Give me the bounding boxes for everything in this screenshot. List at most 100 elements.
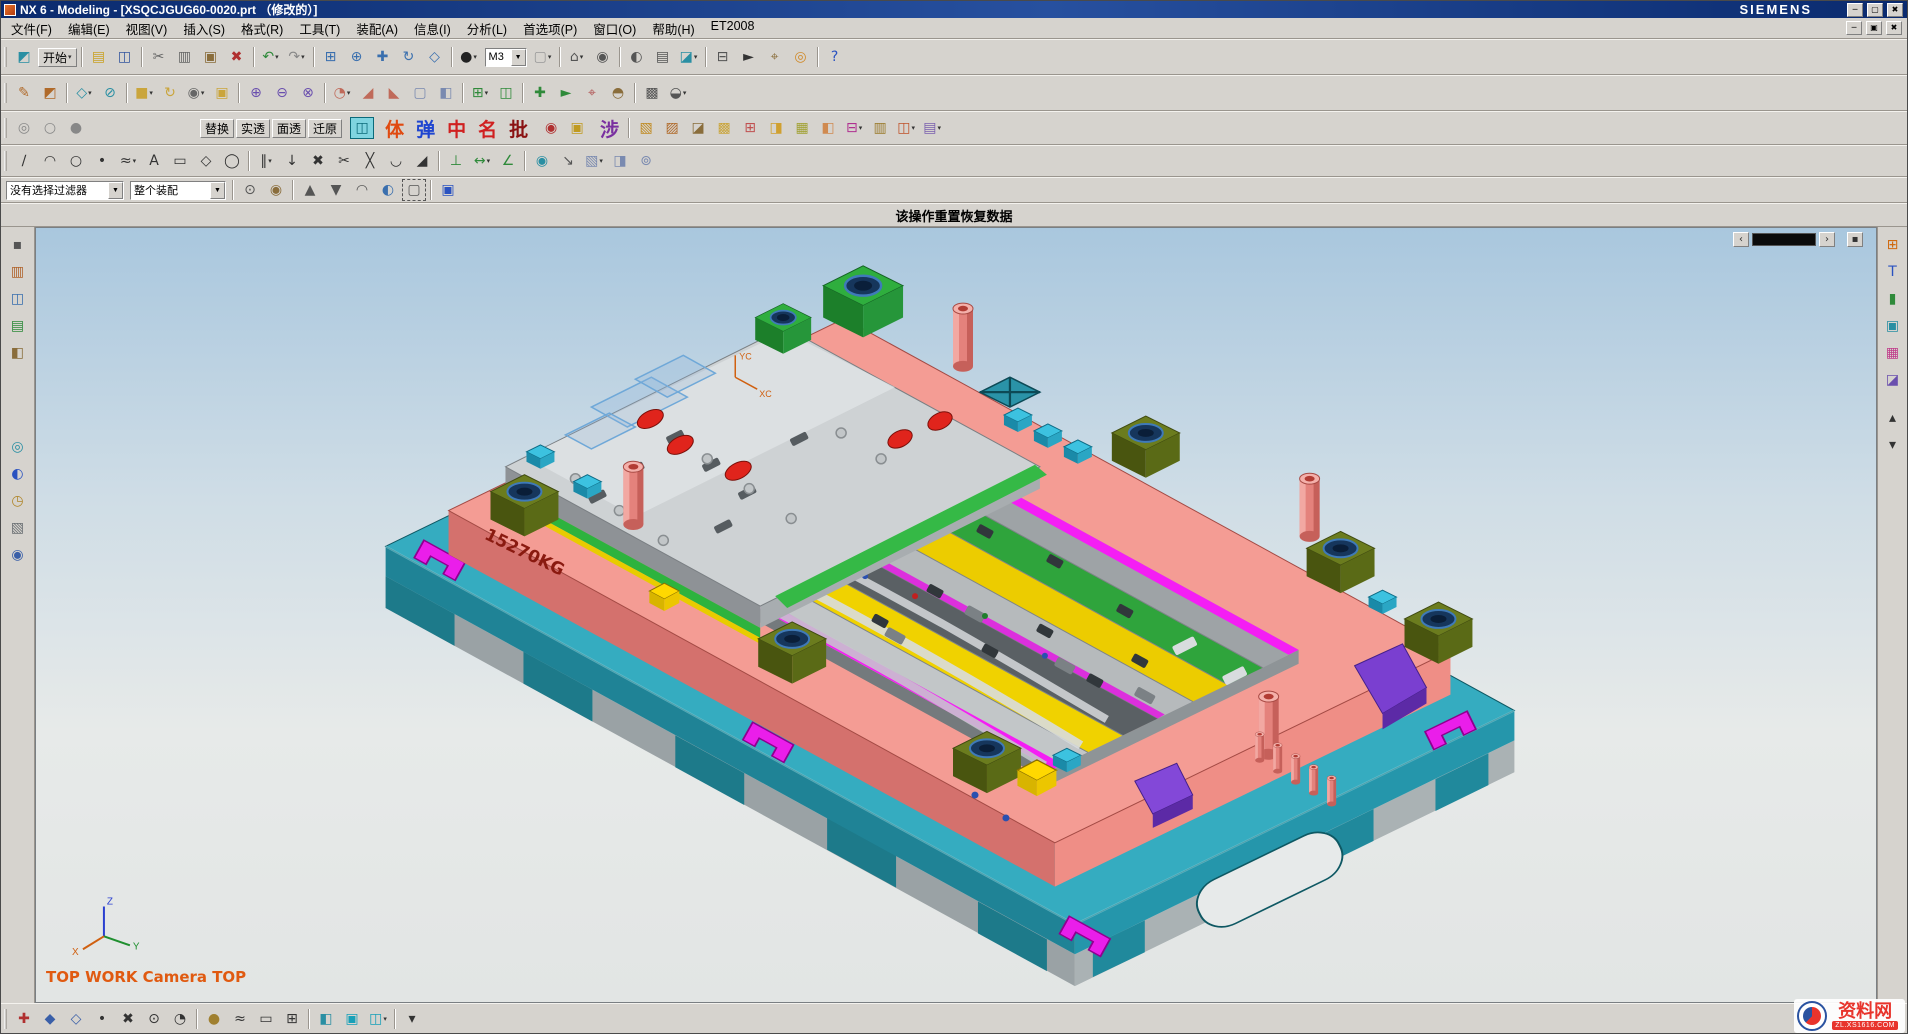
datum-plane-icon[interactable]: ◇▾ [72, 82, 96, 104]
revolve-icon[interactable]: ↻ [158, 82, 182, 104]
bounded-grid-snap-icon[interactable]: ⊞ [280, 1008, 304, 1030]
move-component-icon[interactable]: ► [554, 82, 578, 104]
web-palette-tab-icon[interactable]: ⊞ [1882, 235, 1904, 255]
mdi-restore-button[interactable]: ▣ [1866, 21, 1882, 35]
assembly-constraints-icon[interactable]: ⌖ [580, 82, 604, 104]
open-icon[interactable]: ▤ [87, 46, 111, 68]
offset-curve-icon[interactable]: ∥▾ [254, 150, 278, 172]
rectangle-icon[interactable]: ▭ [168, 150, 192, 172]
macro-dot-icon[interactable]: ◉ [539, 117, 563, 139]
menu-preferences[interactable]: 首选项(P) [515, 17, 585, 40]
edge-blend-icon[interactable]: ◔▾ [330, 82, 354, 104]
control-point-snap-icon[interactable]: • [90, 1008, 114, 1030]
datum-csys-icon[interactable]: ⊘ [98, 82, 122, 104]
scene-library-tab-icon[interactable]: ▣ [1882, 316, 1904, 336]
mold-tool-7-icon[interactable]: ▦ [790, 117, 814, 139]
helix-icon[interactable]: ◉ [530, 150, 554, 172]
perspective-icon[interactable]: ◇ [423, 46, 447, 68]
geometric-constraints-icon[interactable]: ⊥ [444, 150, 468, 172]
expressions-icon[interactable]: ▩ [640, 82, 664, 104]
paste-icon[interactable]: ▣ [199, 46, 223, 68]
intersect-icon[interactable]: ⊗ [296, 82, 320, 104]
copy-icon[interactable]: ▥ [173, 46, 197, 68]
menu-format[interactable]: 格式(R) [233, 17, 291, 40]
replace-reference-set-button[interactable]: 替换 [200, 119, 234, 138]
snapshot-icon[interactable]: ◉ [591, 46, 615, 68]
graphics-window[interactable]: ‹ › ▪ [35, 227, 1877, 1003]
wave-geometry-linker-icon[interactable]: ◓ [606, 82, 630, 104]
help-icon[interactable]: ? [823, 46, 847, 68]
orient-view-icon[interactable]: ⌂▾ [565, 46, 589, 68]
search-icon[interactable]: ◉ [264, 179, 288, 201]
mid-point-snap-icon[interactable]: ◇ [64, 1008, 88, 1030]
menu-view[interactable]: 视图(V) [118, 17, 176, 40]
part-navigator-tab-icon[interactable]: ▤ [7, 316, 29, 336]
annotation-highlight-icon[interactable]: ◫ [350, 117, 374, 139]
frame-options-button[interactable]: ▪ [1847, 232, 1863, 247]
angle-dimension-icon[interactable]: ∠ [496, 150, 520, 172]
menu-assemblies[interactable]: 装配(A) [348, 17, 406, 40]
menu-et2008[interactable]: ET2008 [703, 17, 763, 40]
system-materials-tab-icon[interactable]: ▧ [7, 518, 29, 538]
intersection-snap-icon[interactable]: ✖ [116, 1008, 140, 1030]
menu-information[interactable]: 信息(I) [406, 17, 459, 40]
quadrant-snap-icon[interactable]: ◔ [168, 1008, 192, 1030]
menu-insert[interactable]: 插入(S) [175, 17, 233, 40]
snap-point-enable-icon[interactable]: ✚ [12, 1008, 36, 1030]
middle-macro-button[interactable]: 中 [442, 116, 471, 140]
constraint-navigator-tab-icon[interactable]: ◫ [7, 289, 29, 309]
color-palette-tab-icon[interactable]: ▦ [1882, 343, 1904, 363]
pattern-feature-icon[interactable]: ⊞▾ [468, 82, 492, 104]
fit-view-icon[interactable]: ⊞ [319, 46, 343, 68]
mold-tool-6-icon[interactable]: ◨ [764, 117, 788, 139]
mold-tool-8-icon[interactable]: ◧ [816, 117, 840, 139]
mold-tool-4-icon[interactable]: ▩ [712, 117, 736, 139]
frame-left-button[interactable]: ‹ [1733, 232, 1749, 247]
rendering-style-dropdown-icon[interactable]: ●▾ [457, 46, 481, 68]
selection-scope-dropdown[interactable]: 整个装配▼ [130, 181, 226, 200]
dropdown-arrow-icon[interactable]: ▼ [210, 182, 225, 199]
material-library-tab-icon[interactable]: ▮ [1882, 289, 1904, 309]
mold-tool-2-icon[interactable]: ▨ [660, 117, 684, 139]
shell-icon[interactable]: ▢ [408, 82, 432, 104]
project-curve-icon[interactable]: ↓ [280, 150, 304, 172]
cad-model[interactable]: 15270KG [46, 266, 1514, 986]
arc-icon[interactable]: ◠ [38, 150, 62, 172]
mold-tool-9-icon[interactable]: ⊟▾ [842, 117, 866, 139]
face-translucency-button[interactable]: 面透 [272, 119, 306, 138]
intersection-curve-icon[interactable]: ✖ [306, 150, 330, 172]
sketch-icon[interactable]: ✎ [12, 82, 36, 104]
surface-icon[interactable]: ▧▾ [582, 150, 606, 172]
solid-translucency-button[interactable]: 实透 [236, 119, 270, 138]
block-icon[interactable]: ▣ [210, 82, 234, 104]
wade-macro-button[interactable]: 涉 [595, 116, 624, 140]
rotate-view-icon[interactable]: ↻ [397, 46, 421, 68]
swept-icon[interactable]: ◨ [608, 150, 632, 172]
select-top-level-icon[interactable]: ▲ [298, 179, 322, 201]
start-menu-button[interactable]: 开始▾ [38, 48, 77, 67]
menu-edit[interactable]: 编辑(E) [60, 17, 118, 40]
delete-icon[interactable]: ✖ [225, 46, 249, 68]
roles-tab-icon[interactable]: ◉ [7, 545, 29, 565]
quick-trim-icon[interactable]: ╳ [358, 150, 382, 172]
spring-macro-button[interactable]: 弹 [411, 116, 440, 140]
dropdown-arrow-icon[interactable]: ▼ [511, 49, 526, 66]
line-icon[interactable]: ∕ [12, 150, 36, 172]
history-palette-tab-icon[interactable]: ◷ [7, 491, 29, 511]
extrude-icon[interactable]: ■▾ [132, 82, 156, 104]
menu-window[interactable]: 窗口(O) [585, 17, 644, 40]
menu-help[interactable]: 帮助(H) [644, 17, 702, 40]
unite-icon[interactable]: ⊕ [244, 82, 268, 104]
resource-pin-icon[interactable]: ▪ [7, 235, 29, 255]
mdi-close-button[interactable]: ✖ [1886, 21, 1902, 35]
trim-curve-icon[interactable]: ✂ [332, 150, 356, 172]
redo-icon[interactable]: ↷▾ [285, 46, 309, 68]
frame-right-button[interactable]: › [1819, 232, 1835, 247]
select-contained-icon[interactable]: ▼ [324, 179, 348, 201]
selection-filter-dropdown[interactable]: 没有选择过滤器▼ [6, 181, 124, 200]
add-component-icon[interactable]: ✚ [528, 82, 552, 104]
end-point-snap-icon[interactable]: ◆ [38, 1008, 62, 1030]
mold-tool-11-icon[interactable]: ◫▾ [894, 117, 918, 139]
circle-icon[interactable]: ○ [64, 150, 88, 172]
existing-point-snap-icon[interactable]: ● [202, 1008, 226, 1030]
